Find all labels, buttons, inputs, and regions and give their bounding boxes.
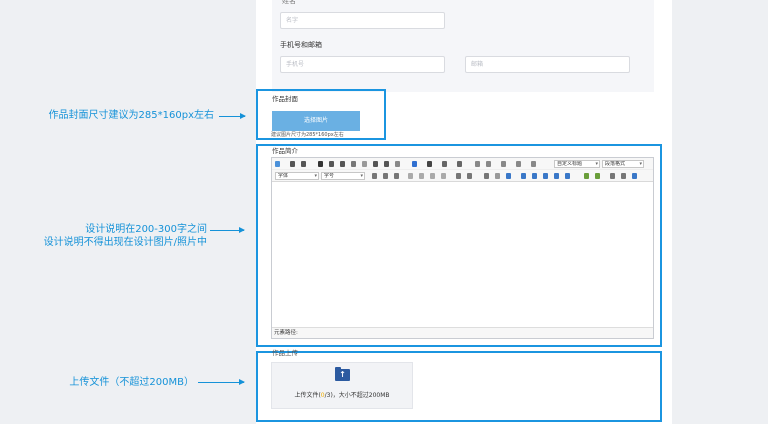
image-right-icon[interactable] — [543, 173, 548, 179]
contact-label: 手机号和邮箱 — [280, 41, 322, 49]
insert-image-icon[interactable] — [565, 173, 570, 179]
anchor-icon[interactable] — [506, 173, 511, 179]
editor-toolbar-row2: 字体 字号 — [272, 170, 653, 182]
cover-arrow-icon — [219, 113, 246, 119]
clear-format-icon[interactable] — [362, 161, 367, 167]
subscript-icon[interactable] — [384, 161, 389, 167]
intro-annotation-line2: 设计说明不得出现在设计图片/照片中 — [43, 237, 207, 248]
unordered-list-icon[interactable] — [457, 161, 462, 167]
image-none-icon[interactable] — [521, 173, 526, 179]
image-center-icon[interactable] — [554, 173, 559, 179]
strikethrough-icon[interactable] — [351, 161, 356, 167]
direction-rtl-icon[interactable] — [394, 173, 399, 179]
upload-arrow-icon — [198, 379, 245, 385]
undo-icon[interactable] — [290, 161, 295, 167]
ordered-list-icon[interactable] — [442, 161, 447, 167]
upload-annotation: 上传文件（不超过200MB） — [69, 377, 194, 388]
intro-label: 作品简介 — [272, 147, 298, 155]
file-upload-text-suffix: /3)，大小不超过200MB — [324, 392, 390, 399]
multi-image-icon[interactable] — [584, 173, 589, 179]
align-right-icon[interactable] — [430, 173, 435, 179]
editor-toolbar-row1: 自定义标题 段落格式 — [272, 158, 653, 170]
italic-icon[interactable] — [329, 161, 334, 167]
spacing-top-icon[interactable] — [501, 161, 506, 167]
spacing-bottom-icon[interactable] — [516, 161, 521, 167]
superscript-icon[interactable] — [373, 161, 378, 167]
source-icon[interactable] — [275, 161, 280, 167]
emotion-icon[interactable] — [475, 161, 480, 167]
page-icon[interactable] — [486, 161, 491, 167]
intro-annotation-line1: 设计说明在200-300字之间 — [85, 224, 207, 235]
upload-label: 作品上传 — [272, 349, 298, 357]
direction-ltr-icon[interactable] — [383, 173, 388, 179]
intro-arrow-icon — [210, 227, 245, 233]
bold-icon[interactable] — [318, 161, 323, 167]
folder-upload-icon: ↑ — [335, 367, 350, 381]
font-color-icon[interactable] — [412, 161, 417, 167]
background-color-icon[interactable] — [427, 161, 432, 167]
name-label: 姓名 — [282, 0, 296, 5]
unlink-icon[interactable] — [495, 173, 500, 179]
email-field[interactable]: 邮箱 — [465, 56, 630, 73]
font-size-select[interactable]: 字号 — [321, 172, 365, 180]
map-icon[interactable] — [610, 173, 615, 179]
video-icon[interactable] — [595, 173, 600, 179]
cover-hint: 建议图片尺寸为285*160px左右 — [271, 132, 344, 138]
cover-annotation: 作品封面尺寸建议为285*160px左右 — [48, 110, 214, 121]
paragraph-format-select[interactable]: 段落格式 — [602, 160, 644, 168]
attachment-icon[interactable] — [632, 173, 637, 179]
underline-icon[interactable] — [340, 161, 345, 167]
format-brush-icon[interactable] — [395, 161, 400, 167]
align-left-icon[interactable] — [408, 173, 413, 179]
link-icon[interactable] — [484, 173, 489, 179]
file-upload-text: 上传文件(0/3)，大小不超过200MB — [272, 390, 412, 399]
image-left-icon[interactable] — [532, 173, 537, 179]
align-justify-icon[interactable] — [441, 173, 446, 179]
file-upload-text-prefix: 上传文件( — [294, 392, 321, 399]
line-height-icon[interactable] — [531, 161, 536, 167]
file-upload-dropzone[interactable]: ↑ 上传文件(0/3)，大小不超过200MB — [271, 362, 413, 409]
case-lower-icon[interactable] — [467, 173, 472, 179]
cover-label: 作品封面 — [272, 95, 298, 103]
element-path: 元素路径: — [272, 327, 653, 338]
code-icon[interactable] — [621, 173, 626, 179]
redo-icon[interactable] — [301, 161, 306, 167]
name-field[interactable]: 名字 — [280, 12, 445, 29]
select-cover-button[interactable]: 选择图片 — [272, 111, 360, 131]
case-upper-icon[interactable] — [456, 173, 461, 179]
indent-icon[interactable] — [372, 173, 377, 179]
align-center-icon[interactable] — [419, 173, 424, 179]
phone-field[interactable]: 手机号 — [280, 56, 445, 73]
font-family-select[interactable]: 字体 — [275, 172, 319, 180]
rich-text-editor[interactable]: 自定义标题 段落格式 字体 字号 元素路径: — [271, 157, 654, 339]
custom-title-select[interactable]: 自定义标题 — [554, 160, 600, 168]
